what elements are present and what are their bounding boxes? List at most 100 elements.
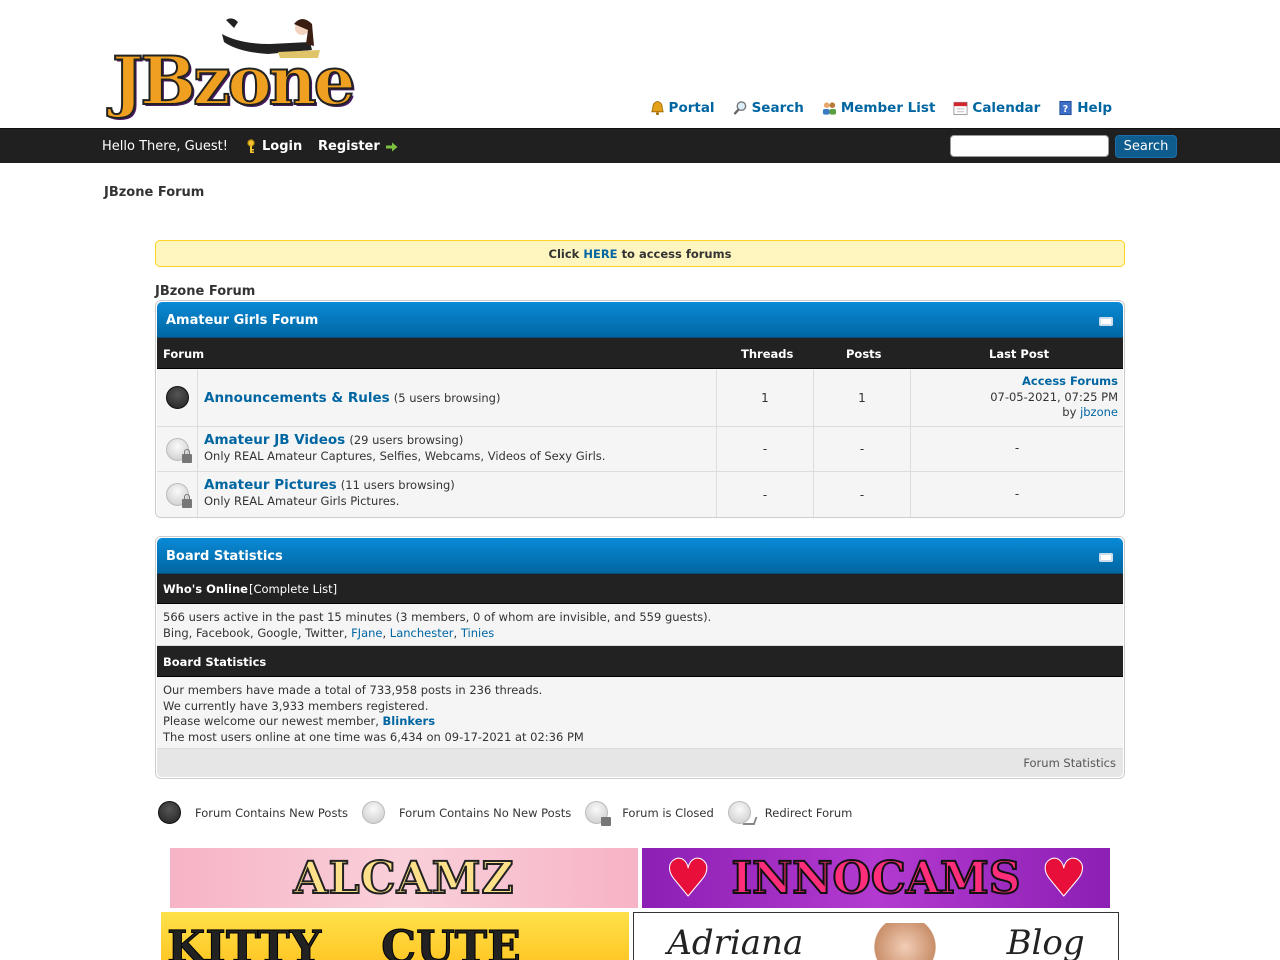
forum-title-cell: Amateur JB Videos (29 users browsing) On… [198, 427, 717, 471]
notice-suffix: to access forums [621, 247, 732, 261]
help-icon: ? [1059, 100, 1072, 116]
online-member-link[interactable]: FJane [351, 626, 382, 640]
forum-last-post: - [1014, 441, 1020, 456]
online-member-link[interactable]: Lanchester [390, 626, 454, 640]
forum-posts-count: - [814, 472, 911, 517]
forum-threads-count: - [717, 472, 814, 517]
stats-newest-prefix: Please welcome our newest member, [163, 714, 379, 728]
quick-search-input[interactable] [950, 135, 1109, 157]
adriana-blog-banner[interactable]: Adriana Blog [633, 912, 1119, 960]
notice-prefix: Click [548, 247, 580, 261]
help-link[interactable]: ? Help [1058, 100, 1112, 116]
forum-row: Amateur Pictures (11 users browsing) Onl… [157, 472, 1123, 517]
forum-row: Amateur JB Videos (29 users browsing) On… [157, 427, 1123, 472]
forum-description: Only REAL Amateur Captures, Selfies, Web… [204, 449, 606, 463]
stats-members-line: We currently have 3,933 members register… [163, 698, 429, 713]
forum-legend: Forum Contains New Posts Forum Contains … [158, 801, 866, 826]
magnifier-icon [733, 101, 746, 115]
whos-online-body: 566 users active in the past 15 minutes … [157, 604, 1123, 646]
new-posts-icon [158, 801, 181, 824]
alcamz-banner-text: ALCAMZ [292, 852, 515, 905]
login-label: Login [262, 139, 303, 154]
heart-icon: ♥ [664, 848, 712, 908]
redirect-forum-icon [727, 801, 758, 825]
redirect-arrow-icon [742, 817, 758, 825]
portal-label: Portal [668, 100, 715, 116]
forum-category-table: Amateur Girls Forum Forum Threads Posts … [155, 300, 1125, 518]
forum-statistics-link[interactable]: Forum Statistics [1023, 756, 1116, 770]
last-post-user-link[interactable]: jbzone [1080, 405, 1118, 419]
quick-search-button[interactable]: Search [1115, 135, 1177, 158]
board-stats-header: Board Statistics [157, 646, 1123, 677]
kitty-banner-text-right: CUTE [381, 922, 522, 960]
category-title[interactable]: Amateur Girls Forum [166, 313, 318, 328]
forum-threads-count: - [717, 427, 814, 471]
register-link[interactable]: Register [318, 139, 398, 154]
lock-icon [182, 449, 192, 463]
navbar: Hello There, Guest! Login Register Searc… [0, 128, 1280, 163]
stats-footer: Forum Statistics [157, 749, 1123, 777]
breadcrumb[interactable]: JBzone Forum [104, 185, 204, 200]
adriana-banner-text-left: Adriana [667, 923, 804, 960]
forum-closed-icon[interactable] [166, 483, 192, 508]
forum-closed-icon[interactable] [166, 438, 192, 463]
members-icon [822, 102, 836, 115]
member-list-label: Member List [840, 100, 936, 116]
last-post-thread-link[interactable]: Access Forums [1022, 374, 1118, 388]
new-posts-icon[interactable] [166, 386, 189, 409]
lock-icon [601, 817, 612, 826]
forum-posts-count: - [814, 427, 911, 471]
forum-threads-count: 1 [717, 369, 814, 426]
forum-section-label[interactable]: JBzone Forum [155, 284, 255, 299]
member-list-link[interactable]: Member List [822, 100, 936, 116]
kitty-cute-banner[interactable]: KITTY CUTE [161, 912, 629, 960]
forum-columns-header: Forum Threads Posts Last Post [157, 338, 1123, 369]
forum-link-amateur-pictures[interactable]: Amateur Pictures [204, 477, 337, 493]
forum-title-cell: Announcements & Rules (5 users browsing) [198, 369, 717, 426]
bell-icon [650, 100, 664, 116]
login-link[interactable]: Login [245, 139, 302, 154]
stats-posts-line: Our members have made a total of 733,958… [163, 683, 543, 697]
calendar-icon [953, 101, 968, 116]
col-posts: Posts [846, 347, 882, 361]
calendar-link[interactable]: Calendar [953, 100, 1040, 116]
newest-member-link[interactable]: Blinkers [383, 714, 436, 728]
forum-closed-icon [585, 801, 612, 826]
forum-browsing-count: (5 users browsing) [393, 391, 501, 405]
forum-row: Announcements & Rules (5 users browsing)… [157, 369, 1123, 427]
collapse-icon[interactable] [1099, 317, 1113, 326]
portal-link[interactable]: Portal [650, 100, 715, 116]
top-links: Portal Search Member List Calendar ? Hel… [650, 100, 1112, 116]
alcamz-banner[interactable]: ALCAMZ [170, 848, 638, 908]
board-statistics-table: Board Statistics Who's Online [Complete … [155, 536, 1125, 779]
legend-item: Forum Contains No New Posts [361, 801, 571, 824]
online-summary: 566 users active in the past 15 minutes … [163, 610, 712, 624]
search-link[interactable]: Search [733, 100, 804, 116]
whos-online-label[interactable]: Who's Online [163, 582, 248, 596]
stats-most-online-line: The most users online at one time was 6,… [163, 729, 584, 744]
forum-link-announcements[interactable]: Announcements & Rules [204, 390, 390, 406]
arrow-right-icon [385, 142, 398, 151]
innocams-banner[interactable]: ♥ INNOCAMS ♥ [642, 848, 1110, 908]
last-post-date: 07-05-2021, 07:25 PM [990, 389, 1118, 404]
access-notice: Click HERE to access forums [155, 240, 1125, 267]
online-member-link[interactable]: Tinies [461, 626, 494, 640]
stats-header: Board Statistics [157, 538, 1123, 574]
forum-last-post: Access Forums 07-05-2021, 07:25 PM by jb… [911, 369, 1123, 426]
lock-icon [182, 494, 192, 508]
portrait-icon [869, 923, 940, 960]
adriana-banner-text-right: Blog [1006, 923, 1085, 960]
complete-list-link[interactable]: [Complete List] [249, 582, 337, 596]
forum-status-cell [157, 427, 198, 471]
forum-title-cell: Amateur Pictures (11 users browsing) Onl… [198, 472, 717, 517]
collapse-icon[interactable] [1099, 553, 1113, 562]
forum-link-amateur-jb-videos[interactable]: Amateur JB Videos [204, 432, 345, 448]
col-last-post: Last Post [989, 347, 1050, 361]
help-label: Help [1077, 100, 1112, 116]
col-forum: Forum [163, 347, 205, 361]
site-logo[interactable]: JBzone [111, 14, 382, 115]
notice-here-link[interactable]: HERE [583, 247, 617, 261]
online-bots: Bing, Facebook, Google, Twitter, [163, 625, 348, 640]
col-threads: Threads [741, 347, 794, 361]
logo-text: JBzone [111, 42, 356, 120]
